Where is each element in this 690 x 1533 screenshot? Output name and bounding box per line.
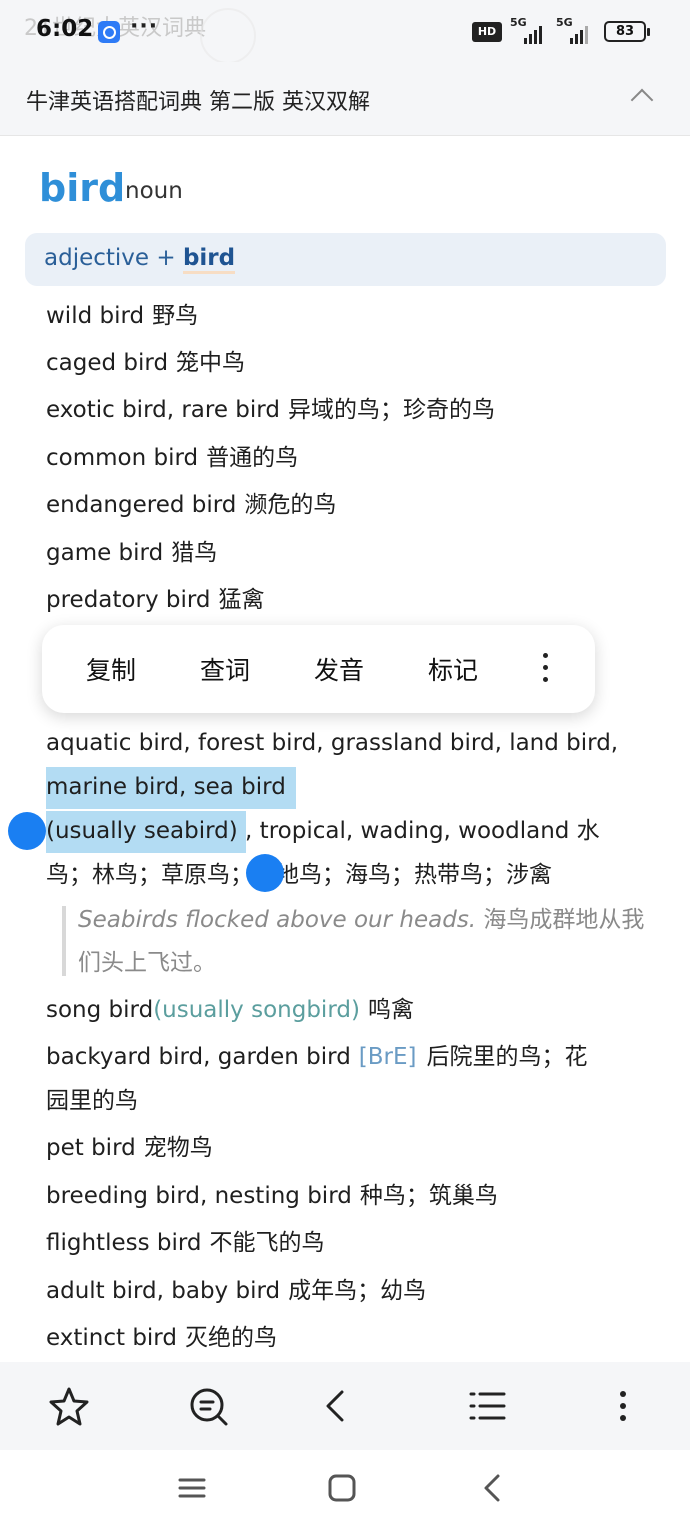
collocation-section-header: adjective + bird <box>25 233 666 286</box>
recent-apps-icon[interactable] <box>176 1472 208 1504</box>
list-item[interactable]: pet bird 宠物鸟 <box>46 1131 213 1165</box>
hd-voice-icon: HD <box>472 22 502 42</box>
floating-ball-icon <box>200 8 256 64</box>
example-sentence: Seabirds flocked above our heads. 海鸟成群地从… <box>78 907 645 976</box>
list-item[interactable]: game bird 猎鸟 <box>46 536 217 570</box>
more-options-icon[interactable] <box>542 653 548 685</box>
status-bar: 21世纪大英汉词典 6:02 ··· HD 5G 5G 83 <box>0 0 690 64</box>
part-of-speech: noun <box>125 178 183 204</box>
list-item[interactable]: wild bird 野鸟 <box>46 299 198 333</box>
lookup-button[interactable]: 查词 <box>200 651 250 687</box>
pronounce-button[interactable]: 发音 <box>314 651 364 687</box>
section-keyword: bird <box>182 245 236 274</box>
more-notifications-icon: ··· <box>130 14 159 39</box>
list-item-continuation[interactable]: 园里的鸟 <box>46 1084 138 1118</box>
dictionary-title-bar[interactable]: 牛津英语搭配词典 第二版 英汉双解 <box>0 62 690 136</box>
dictionary-title: 牛津英语搭配词典 第二版 英汉双解 <box>26 90 370 115</box>
list-item[interactable]: predatory bird 猛禽 <box>46 583 265 617</box>
list-item[interactable]: 鸟；林鸟；草原鸟；陆地鸟；海鸟；热带鸟；涉禽 <box>46 858 552 892</box>
selected-text[interactable]: (usually seabird) <box>46 818 238 844</box>
section-title: adjective + bird <box>44 245 236 274</box>
signal-icon: 5G <box>556 16 592 44</box>
list-item[interactable]: flightless bird 不能飞的鸟 <box>46 1226 325 1260</box>
list-item[interactable]: extinct bird 灭绝的鸟 <box>46 1321 277 1355</box>
example-quote-bar <box>62 906 66 976</box>
back-icon[interactable] <box>314 1384 358 1428</box>
list-item[interactable]: backyard bird, garden bird [BrE] 后院里的鸟；花 <box>46 1040 588 1074</box>
list-item[interactable]: endangered bird 濒危的鸟 <box>46 488 336 522</box>
search-chat-icon[interactable] <box>186 1384 230 1428</box>
list-icon[interactable] <box>466 1384 510 1428</box>
list-item[interactable]: song bird(usually songbird) 鸣禽 <box>46 993 414 1027</box>
app-notification-icon <box>98 21 120 43</box>
selection-context-menu: 复制 查词 发音 标记 <box>42 625 595 713</box>
home-icon[interactable] <box>326 1472 358 1504</box>
list-item[interactable]: exotic bird, rare bird 异域的鸟；珍奇的鸟 <box>46 393 495 427</box>
list-item[interactable]: common bird 普通的鸟 <box>46 441 298 475</box>
selection-end-handle[interactable] <box>246 854 284 892</box>
bottom-toolbar <box>0 1362 690 1450</box>
list-item[interactable]: breeding bird, nesting bird 种鸟；筑巢鸟 <box>46 1179 498 1213</box>
selected-text[interactable]: marine bird, sea bird <box>46 770 286 804</box>
headword: bird <box>39 166 126 210</box>
list-item[interactable]: caged bird 笼中鸟 <box>46 346 245 380</box>
back-nav-icon[interactable] <box>476 1472 508 1504</box>
list-item[interactable]: aquatic bird, forest bird, grassland bir… <box>46 726 618 760</box>
mark-button[interactable]: 标记 <box>428 651 478 687</box>
selection-start-handle[interactable] <box>8 812 46 850</box>
battery-icon: 83 <box>604 21 650 42</box>
status-time: 6:02 <box>36 16 94 42</box>
more-icon[interactable] <box>601 1384 645 1428</box>
region-tag: [BrE] <box>358 1044 417 1070</box>
system-nav-bar <box>0 1450 690 1533</box>
star-icon[interactable] <box>47 1384 91 1428</box>
list-item[interactable]: adult bird, baby bird 成年鸟；幼鸟 <box>46 1274 426 1308</box>
copy-button[interactable]: 复制 <box>86 651 136 687</box>
list-item[interactable]: (usually seabird) , tropical, wading, wo… <box>46 814 600 848</box>
signal-icon: 5G <box>510 16 546 44</box>
